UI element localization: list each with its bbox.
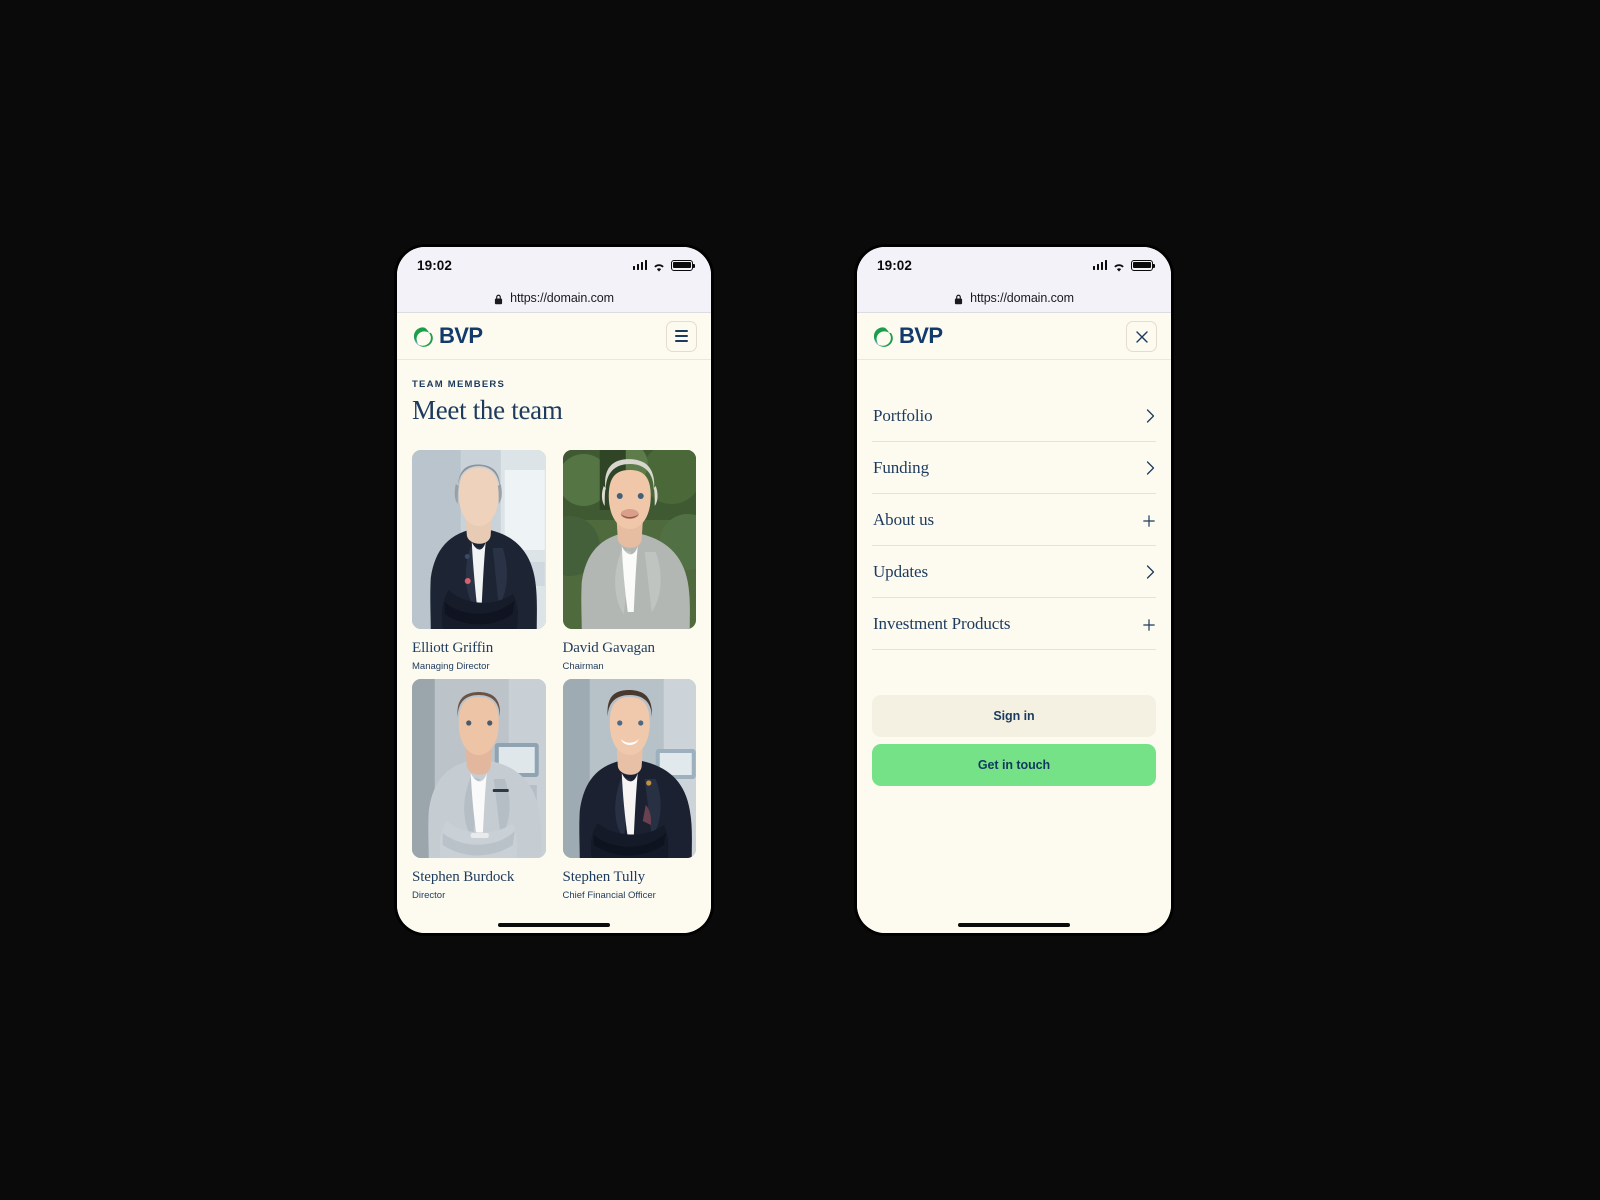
bvp-swoosh-logo-icon	[412, 326, 433, 347]
wifi-icon	[652, 260, 666, 272]
chevron-right-icon	[1146, 565, 1155, 579]
lock-icon	[494, 292, 503, 305]
brand-logo-left[interactable]: BVP	[412, 323, 483, 348]
brand-name: BVP	[899, 323, 943, 348]
status-bar: 19:02	[397, 247, 711, 283]
brand-name: BVP	[439, 323, 483, 348]
home-indicator	[498, 923, 610, 927]
url-text: https://domain.com	[970, 290, 1074, 305]
team-member-role: Chairman	[562, 661, 604, 672]
status-bar: 19:02	[857, 247, 1171, 283]
nav-item-label: Funding	[873, 458, 929, 477]
phone-device-right: 19:02 https://domain.com BVP Portfolio F…	[855, 245, 1173, 935]
nav-item-label: Investment Products	[873, 614, 1011, 633]
url-text: https://domain.com	[510, 290, 614, 305]
sign-in-button[interactable]: Sign in	[872, 695, 1156, 737]
team-member-name: Elliott Griffin	[412, 640, 494, 656]
chevron-right-icon	[1146, 461, 1155, 475]
bvp-swoosh-logo-icon	[872, 326, 893, 347]
menu-actions: Sign in Get in touch	[872, 650, 1156, 786]
phone-device-left: 19:02 https://domain.com BVP TEAM MEMBER…	[395, 245, 713, 935]
phone-screen-left: 19:02 https://domain.com BVP TEAM MEMBER…	[397, 247, 711, 933]
team-member-card[interactable]: Elliott Griffin Managing Director	[412, 450, 546, 672]
home-indicator	[958, 923, 1070, 927]
nav-item-about-us[interactable]: About us	[872, 494, 1156, 546]
browser-url-bar[interactable]: https://domain.com	[857, 283, 1171, 313]
phone-screen-right: 19:02 https://domain.com BVP Portfolio F…	[857, 247, 1171, 933]
team-member-role: Director	[412, 890, 446, 901]
get-in-touch-button[interactable]: Get in touch	[872, 744, 1156, 786]
team-member-card[interactable]: David Gavagan Chairman	[562, 450, 696, 672]
team-member-photo	[412, 679, 546, 858]
battery-full-icon	[671, 259, 696, 271]
status-bar-clock: 19:02	[877, 257, 913, 273]
team-member-role: Chief Financial Officer	[562, 890, 656, 901]
wifi-icon	[1112, 260, 1126, 272]
mobile-menu-overlay: Portfolio Funding About us Updates Inves…	[857, 360, 1171, 933]
status-bar-icons	[632, 259, 696, 272]
team-member-photo	[562, 450, 696, 629]
team-page-content: TEAM MEMBERS Meet the team Elliott Griff…	[397, 360, 711, 933]
cellular-signal-icon	[1092, 260, 1107, 270]
close-menu-button[interactable]	[1126, 320, 1157, 352]
lock-icon	[954, 292, 963, 305]
nav-item-label: Portfolio	[873, 406, 933, 425]
team-member-name: Stephen Burdock	[412, 869, 515, 885]
plus-icon	[1143, 514, 1155, 527]
team-member-card[interactable]: Stephen Burdock Director	[412, 679, 546, 901]
hamburger-menu-icon	[675, 330, 688, 342]
site-header-right: BVP	[857, 313, 1171, 360]
nav-item-updates[interactable]: Updates	[872, 546, 1156, 598]
nav-item-label: About us	[873, 510, 935, 529]
site-header-left: BVP	[397, 313, 711, 360]
status-bar-clock: 19:02	[417, 257, 453, 273]
chevron-right-icon	[1146, 409, 1155, 423]
team-member-photo	[562, 679, 696, 858]
team-member-name: David Gavagan	[562, 640, 656, 656]
brand-logo-right[interactable]: BVP	[872, 323, 943, 348]
status-bar-icons	[1092, 259, 1156, 272]
team-member-photo	[412, 450, 546, 629]
nav-item-portfolio[interactable]: Portfolio	[872, 390, 1156, 442]
team-member-name: Stephen Tully	[562, 869, 646, 885]
nav-menu-list: Portfolio Funding About us Updates Inves…	[872, 360, 1156, 650]
screenshot-canvas: 19:02 https://domain.com BVP TEAM MEMBER…	[0, 0, 1600, 1200]
browser-url-bar[interactable]: https://domain.com	[397, 283, 711, 313]
plus-icon	[1143, 618, 1155, 631]
page-title: Meet the team	[412, 395, 563, 425]
hamburger-menu-button[interactable]	[666, 320, 697, 352]
close-x-icon	[1135, 330, 1148, 343]
team-member-card[interactable]: Stephen Tully Chief Financial Officer	[562, 679, 696, 901]
cellular-signal-icon	[632, 260, 647, 270]
battery-full-icon	[1131, 259, 1156, 271]
team-member-role: Managing Director	[412, 661, 490, 672]
section-eyebrow: TEAM MEMBERS	[412, 379, 506, 390]
nav-item-label: Updates	[873, 562, 929, 581]
team-members-grid: Elliott Griffin Managing Director David …	[397, 426, 711, 901]
nav-item-investment-products[interactable]: Investment Products	[872, 598, 1156, 650]
nav-item-funding[interactable]: Funding	[872, 442, 1156, 494]
